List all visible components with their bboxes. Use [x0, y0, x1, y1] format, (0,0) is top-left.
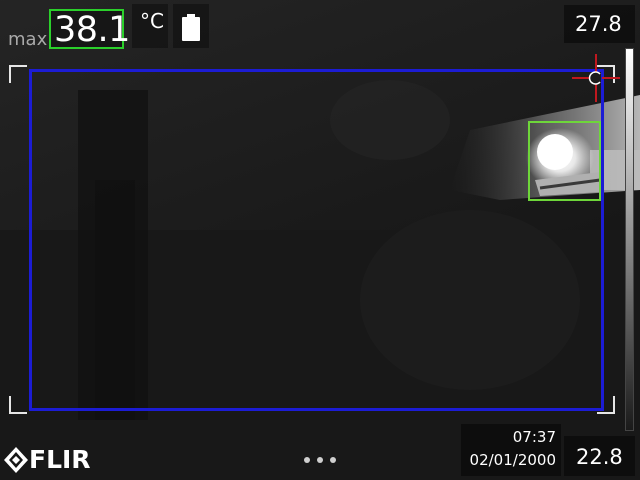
- battery-icon: [182, 14, 200, 41]
- time-text: 07:37: [512, 428, 556, 446]
- max-value-box[interactable]: 38.1: [49, 9, 130, 49]
- date-text: 02/01/2000: [469, 451, 556, 469]
- frame-corner-top-left: [9, 65, 27, 83]
- measurement-box[interactable]: [29, 69, 604, 411]
- more-dots-icon[interactable]: [299, 453, 341, 467]
- flir-logo-mark: [4, 447, 28, 473]
- crosshair-icon: [572, 54, 620, 102]
- temperature-unit: °C: [140, 9, 164, 33]
- frame-corner-bottom-left: [9, 396, 27, 414]
- max-value: 38.1: [54, 10, 130, 50]
- color-scale-bar: [625, 48, 634, 431]
- flir-logo-text: FLIR: [29, 445, 91, 474]
- scale-max-value[interactable]: 27.8: [575, 12, 622, 36]
- max-label: max: [8, 29, 48, 50]
- hotspot-marker: [528, 121, 601, 201]
- thermal-camera-screen: max 38.1 °C 27.8 22.8 FLIR 07:37 02/01/2…: [0, 0, 640, 480]
- scale-min-value[interactable]: 22.8: [576, 445, 623, 469]
- flir-logo: FLIR: [4, 445, 100, 475]
